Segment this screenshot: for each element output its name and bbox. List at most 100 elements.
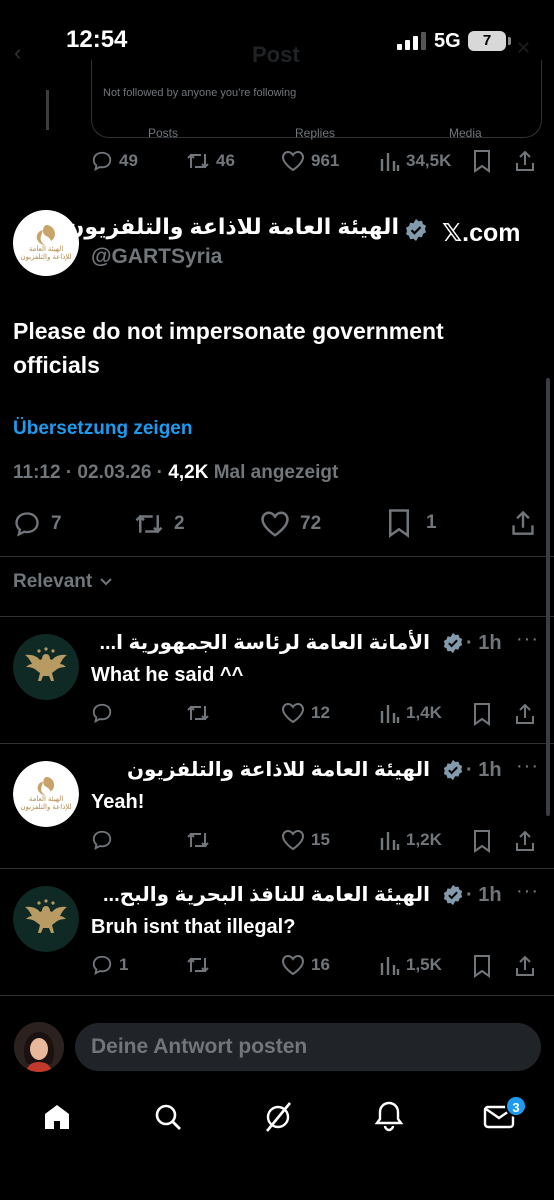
verified-icon (443, 632, 463, 654)
like-count: 16 (311, 955, 330, 974)
eagle-emblem-icon (13, 886, 79, 952)
logo-mark-icon (37, 776, 55, 796)
share-button[interactable] (514, 702, 536, 726)
reply-item[interactable]: الهيئة العامة للإذاعة والتلفزيون الهيئة … (0, 755, 554, 865)
share-button[interactable] (514, 829, 536, 853)
grok-icon[interactable] (262, 1100, 294, 1134)
network-type: 5G (434, 30, 461, 52)
like-count: 961 (311, 151, 340, 170)
repost-button[interactable] (186, 829, 210, 851)
bookmark-button[interactable] (472, 149, 492, 173)
heart-icon (281, 954, 305, 976)
views-button[interactable]: 1,5K (380, 954, 442, 976)
share-icon (516, 150, 534, 171)
more-options-icon[interactable]: ··· (516, 628, 539, 651)
tab-media[interactable]: Media (449, 126, 482, 140)
views-button[interactable]: 1,2K (380, 829, 442, 851)
share-icon (516, 955, 534, 976)
like-button[interactable]: 16 (281, 954, 330, 976)
reply-avatar[interactable] (13, 886, 79, 952)
bookmark-button[interactable] (472, 829, 492, 853)
reply-verified (442, 632, 464, 659)
bookmark-button[interactable] (472, 954, 492, 978)
repost-icon (187, 832, 209, 848)
reply-author[interactable]: الهيئة العامة للنافذ البحرية والبح... (103, 882, 430, 907)
share-button[interactable] (514, 149, 536, 173)
home-icon[interactable] (42, 1102, 72, 1132)
more-options-icon[interactable]: ··· (516, 880, 539, 903)
heart-icon (281, 702, 305, 724)
reply-action-bar: 1 16 1,5K (91, 954, 541, 980)
heart-icon (281, 150, 305, 172)
reply-text: What he said ^^ (91, 664, 244, 686)
views-count: 1,4K (406, 703, 442, 722)
search-icon[interactable] (153, 1102, 183, 1132)
reply-action-bar: 15 1,2K (91, 829, 541, 855)
eagle-emblem-icon (13, 634, 79, 700)
reply-item[interactable]: الهيئة العامة للنافذ البحرية والبح... · … (0, 880, 554, 990)
views-icon (380, 957, 400, 975)
user-avatar-icon (14, 1022, 64, 1072)
tab-posts[interactable]: Posts (148, 126, 178, 140)
reply-button[interactable] (91, 829, 119, 851)
sort-label: Relevant (13, 571, 93, 592)
views-button[interactable]: 1,4K (380, 702, 442, 724)
post-view-count: 4,2K (168, 462, 209, 483)
notifications-bell-icon[interactable] (374, 1100, 404, 1132)
post-like-count: 72 (300, 513, 322, 534)
reply-icon (92, 151, 112, 171)
translate-link[interactable]: Übersetzung zeigen (13, 418, 192, 440)
repost-button[interactable] (186, 702, 210, 724)
reply-text: Yeah! (91, 791, 145, 813)
views-count: 1,5K (406, 955, 442, 974)
views-button[interactable]: 34,5K (380, 150, 451, 172)
reply-button[interactable] (91, 702, 119, 724)
reply-time: · 1h (466, 759, 502, 781)
bookmark-icon (389, 509, 409, 538)
tab-replies[interactable]: Replies (295, 126, 335, 140)
reply-button[interactable]: 49 (91, 150, 138, 172)
reply-button[interactable]: 1 (91, 954, 128, 976)
share-icon (516, 703, 534, 724)
user-avatar[interactable] (14, 1022, 64, 1072)
close-icon[interactable]: ✕ (516, 38, 531, 59)
bookmark-button[interactable] (472, 702, 492, 726)
like-button[interactable]: 15 (281, 829, 330, 851)
reply-verified (442, 884, 464, 911)
repost-button[interactable]: 46 (186, 150, 235, 172)
divider (0, 868, 554, 869)
reply-composer-input[interactable]: Deine Antwort posten (75, 1023, 541, 1071)
share-icon (512, 510, 534, 535)
post-view-label: Mal angezeigt (213, 462, 339, 483)
scrollbar[interactable] (546, 378, 550, 816)
post-like-button[interactable]: 72 (260, 510, 321, 538)
post-reply-button[interactable]: 7 (13, 510, 62, 538)
reply-author[interactable]: الأمانة العامة لرئاسة الجمهورية ا... (99, 630, 430, 655)
sort-dropdown[interactable]: Relevant (13, 571, 113, 593)
more-options-icon[interactable]: ··· (516, 755, 539, 778)
like-button[interactable]: 12 (281, 702, 330, 724)
reply-avatar[interactable] (13, 634, 79, 700)
author-handle[interactable]: @GARTSyria (91, 245, 222, 269)
post-repost-button[interactable]: 2 (134, 510, 185, 538)
reply-author[interactable]: الهيئة العامة للاذاعة والتلفزيون (127, 757, 430, 782)
reply-avatar[interactable]: الهيئة العامة للإذاعة والتلفزيون (13, 761, 79, 827)
repost-icon (187, 153, 209, 169)
views-count: 34,5K (406, 151, 452, 170)
reply-verified (442, 759, 464, 786)
like-button[interactable]: 961 (281, 150, 339, 172)
reply-item[interactable]: الأمانة العامة لرئاسة الجمهورية ا... · 1… (0, 628, 554, 738)
post-share-button[interactable] (510, 508, 536, 538)
post-bookmark-count: 1 (426, 512, 437, 533)
messages-badge: 3 (505, 1095, 527, 1117)
verified-icon (406, 219, 426, 241)
post-timestamp: 11:12 · 02.03.26 · (13, 462, 163, 483)
divider (0, 743, 554, 744)
repost-count: 46 (216, 151, 235, 170)
back-icon[interactable]: ‹ (14, 40, 21, 66)
author-name[interactable]: الهيئة العامة للاذاعة والتلفزيون (66, 214, 399, 240)
post-bookmark-button[interactable]: 1 (386, 508, 437, 538)
share-button[interactable] (514, 954, 536, 978)
reply-time: · 1h (466, 884, 502, 906)
repost-button[interactable] (186, 954, 210, 976)
